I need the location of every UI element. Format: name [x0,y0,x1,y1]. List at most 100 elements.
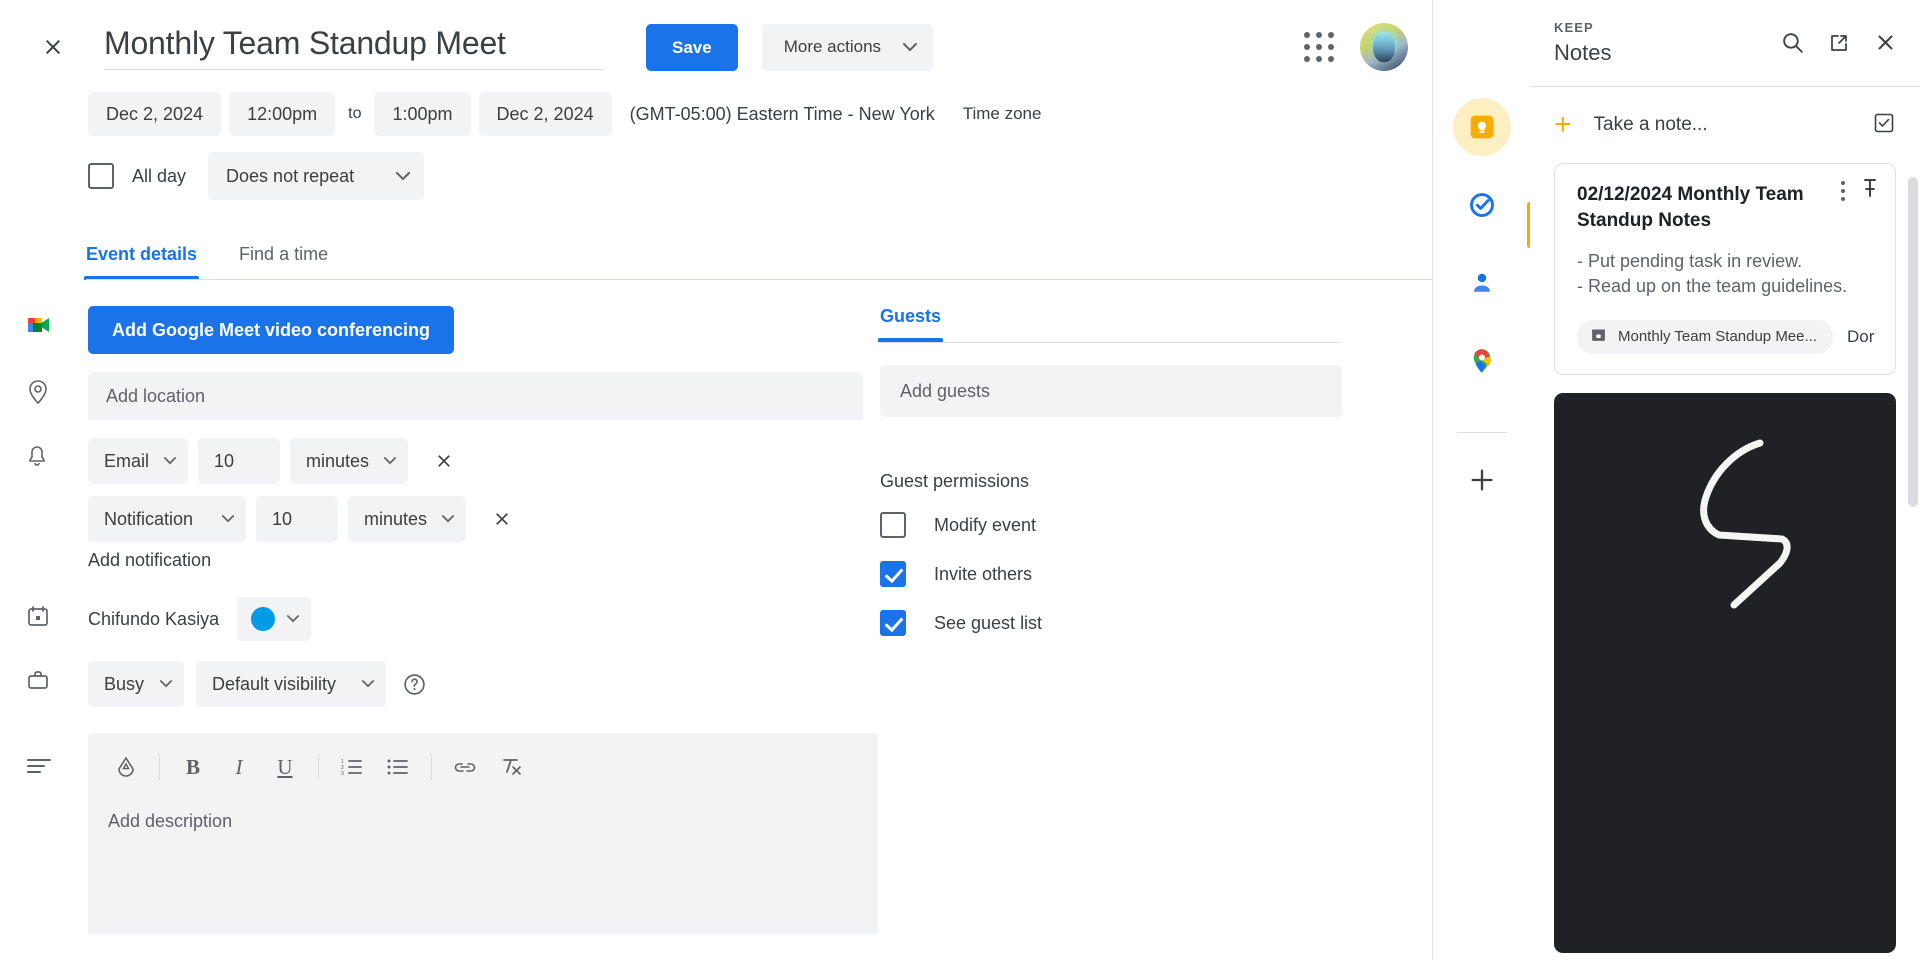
all-day-checkbox[interactable] [88,163,114,189]
tab-event-details[interactable]: Event details [86,244,197,280]
permission-modify-event[interactable]: Modify event [880,512,1360,538]
rail-item-tasks[interactable] [1453,176,1511,234]
remove-notification-button-1[interactable] [422,439,466,483]
start-time-button[interactable]: 12:00pm [229,92,335,136]
note-card[interactable]: 02/12/2024 Monthly Team Standup Notes - … [1554,163,1896,375]
visibility-select[interactable]: Default visibility [196,661,386,707]
briefcase-icon [26,661,88,692]
numbered-list-icon[interactable]: 123 [330,745,374,789]
notification-method-select-2[interactable]: Notification [88,496,246,542]
add-notification-button[interactable]: Add notification [88,550,211,571]
end-time-button[interactable]: 1:00pm [374,92,470,136]
notification-method-1: Email [104,451,149,472]
time-zone-button[interactable]: Time zone [957,103,1048,125]
add-google-meet-button[interactable]: Add Google Meet video conferencing [88,306,454,354]
search-icon[interactable] [1780,30,1805,55]
chevron-down-icon [396,172,410,181]
tab-guests[interactable]: Guests [880,306,941,342]
notification-unit-select-1[interactable]: minutes [290,438,408,484]
plus-icon [1468,466,1496,494]
help-circle-icon[interactable] [402,672,427,697]
event-editor-pane: Save More actions Dec 2, 2024 12:00pm to… [0,0,1432,960]
notification-amount-2[interactable] [256,496,338,542]
repeat-label: Does not repeat [226,166,354,187]
more-vert-icon[interactable] [1841,181,1845,201]
event-title-input[interactable] [104,25,604,70]
keep-title: Notes [1554,40,1780,66]
close-icon [434,451,454,471]
event-color-select[interactable] [237,597,311,641]
google-keep-icon [1465,110,1499,144]
side-app-rail [1432,0,1530,960]
see-guest-list-checkbox[interactable] [880,610,906,636]
end-date-button[interactable]: Dec 2, 2024 [479,92,612,136]
visibility-label: Default visibility [212,674,336,695]
more-actions-button[interactable]: More actions [762,24,933,71]
description-editor: B I U 123 [88,733,878,934]
repeat-select[interactable]: Does not repeat [208,152,424,200]
italic-icon[interactable]: I [217,745,261,789]
bold-icon[interactable]: B [171,745,215,789]
toolbar-divider [431,754,432,780]
rail-item-contacts[interactable] [1453,254,1511,312]
format-ai-icon[interactable] [104,745,148,789]
take-a-note-input[interactable]: Take a note... [1594,114,1850,136]
header-right-actions [1304,23,1432,71]
note-body: - Put pending task in review. - Read up … [1577,249,1875,299]
plus-icon[interactable]: + [1554,110,1572,140]
availability-label: Busy [104,674,144,695]
insert-link-icon[interactable] [443,745,487,789]
keep-branding: KEEP Notes [1554,20,1780,66]
location-input[interactable] [88,372,863,420]
handwritten-drawing [1554,393,1896,953]
save-button[interactable]: Save [646,24,738,71]
underline-icon[interactable]: U [263,745,307,789]
remove-formatting-icon[interactable] [489,745,533,789]
new-list-checkbox-icon[interactable] [1872,111,1896,140]
calendar-event-editor-screen: Save More actions Dec 2, 2024 12:00pm to… [0,0,1920,960]
take-a-note-row[interactable]: + Take a note... [1554,87,1896,163]
google-maps-icon [1467,346,1497,376]
modify-event-checkbox[interactable] [880,512,906,538]
add-guests-input[interactable] [880,365,1342,417]
chevron-down-icon [442,515,454,523]
rail-item-maps[interactable] [1453,332,1511,390]
invite-others-checkbox[interactable] [880,561,906,587]
permission-see-guest-list[interactable]: See guest list [880,610,1360,636]
location-pin-icon [26,372,88,405]
close-icon[interactable] [1873,30,1898,55]
close-icon[interactable] [30,24,76,70]
bell-icon [26,438,88,469]
avatar[interactable] [1360,23,1408,71]
description-toolbar: B I U 123 [88,733,878,799]
chevron-down-icon [287,615,299,623]
tab-find-a-time[interactable]: Find a time [239,244,328,280]
note-card-drawing[interactable] [1554,393,1896,953]
notification-amount-1[interactable] [198,438,280,484]
notification-unit-2: minutes [364,509,427,530]
timezone-text: (GMT-05:00) Eastern Time - New York [630,104,935,125]
note-linked-event-chip[interactable]: Monthly Team Standup Mee... [1577,320,1833,354]
rail-item-keep[interactable] [1453,98,1511,156]
notification-method-select-1[interactable]: Email [88,438,188,484]
toolbar-divider [159,754,160,780]
all-day-row: All day Does not repeat [0,152,1432,200]
bulleted-list-icon[interactable] [376,745,420,789]
description-input[interactable] [88,799,878,929]
notification-row-2: Notification minutes [0,496,880,542]
notification-row-1: Email minutes [0,438,880,484]
editor-body: Add Google Meet video conferencing [0,306,1432,952]
apps-grid-icon[interactable] [1304,32,1334,62]
keep-panel-body: + Take a note... 02/12/2024 Monthly Team… [1530,86,1920,960]
start-date-button[interactable]: Dec 2, 2024 [88,92,221,136]
notification-unit-select-2[interactable]: minutes [348,496,466,542]
open-in-new-icon[interactable] [1827,31,1851,55]
keep-scrollbar[interactable] [1908,177,1918,507]
rail-divider [1457,432,1507,433]
availability-select[interactable]: Busy [88,661,184,707]
permission-invite-others[interactable]: Invite others [880,561,1360,587]
toolbar-divider [318,754,319,780]
remove-notification-button-2[interactable] [480,497,524,541]
rail-add-apps-button[interactable] [1453,451,1511,509]
pin-icon[interactable] [1861,178,1879,203]
